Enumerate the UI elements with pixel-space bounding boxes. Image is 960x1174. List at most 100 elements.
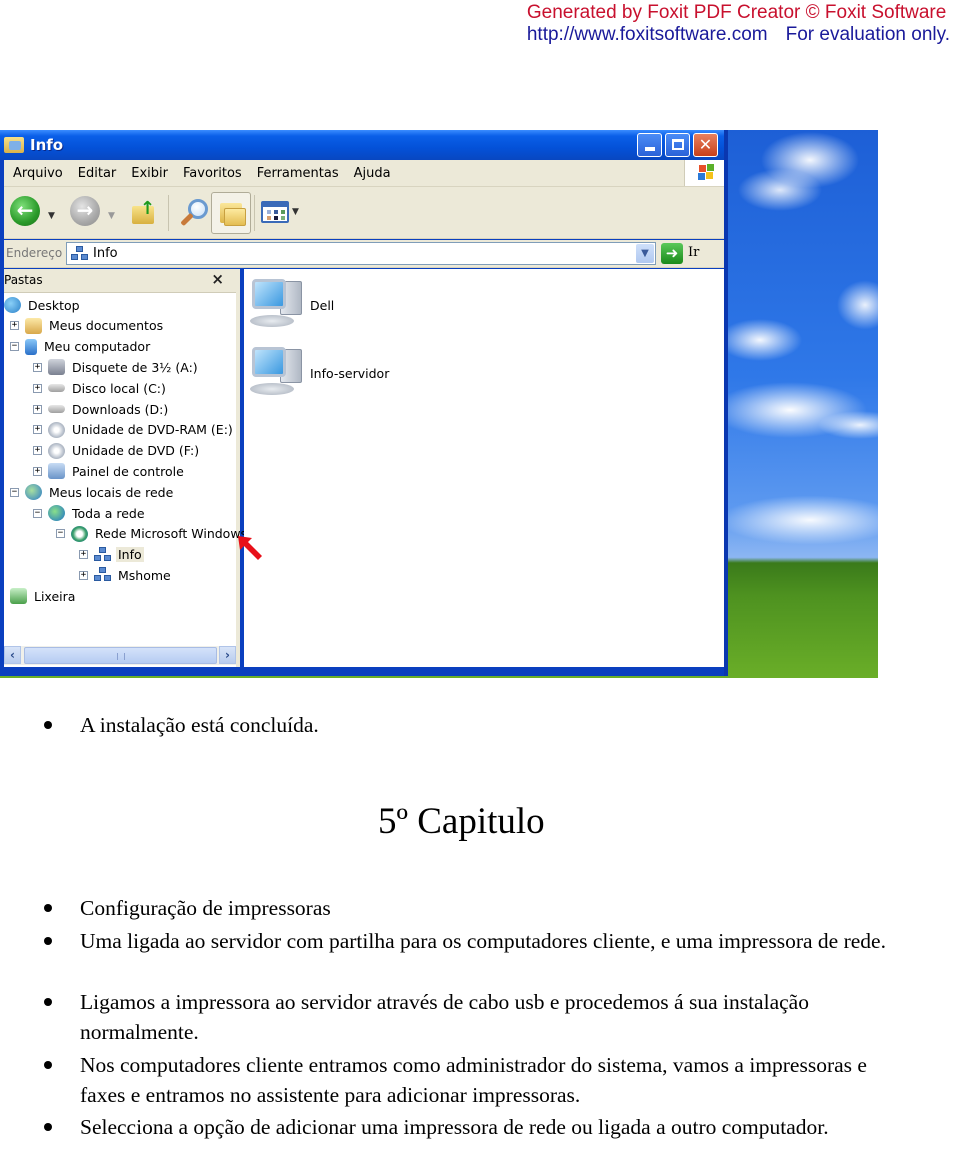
window-controls: ✕ <box>637 133 718 157</box>
collapse-icon[interactable]: − <box>56 529 65 539</box>
msnet-icon <box>71 525 88 542</box>
back-button[interactable]: ← <box>10 196 40 226</box>
chevron-left-icon: ‹ <box>10 648 15 662</box>
expand-icon[interactable]: + <box>79 570 88 580</box>
title-bar[interactable]: Info ✕ <box>0 130 724 160</box>
address-input[interactable]: Info ▼ <box>66 242 656 265</box>
tree-item[interactable]: + Unidade de DVD-RAM (E:) <box>33 420 235 440</box>
menu-ferramentas[interactable]: Ferramentas <box>257 166 339 181</box>
close-pane-button[interactable]: × <box>211 270 224 288</box>
tree-item-label: Downloads (D:) <box>72 401 169 417</box>
tree-item-label: Rede Microsoft Windows <box>95 526 248 542</box>
computer-base <box>250 383 294 395</box>
tree-item[interactable]: + Unidade de DVD (F:) <box>33 441 201 461</box>
scroll-left-button[interactable]: ‹ <box>4 646 21 664</box>
up-button[interactable]: ↑ <box>130 198 158 226</box>
tree-item-label: Meus documentos <box>49 318 164 334</box>
minimize-icon <box>645 147 655 151</box>
go-label[interactable]: Ir <box>688 245 699 260</box>
expand-icon[interactable]: + <box>33 383 42 393</box>
workgroup-node <box>99 546 106 553</box>
computer-label: Dell <box>310 297 335 313</box>
workgroup-node <box>76 246 83 252</box>
tree-item-label: Painel de controle <box>72 463 184 479</box>
expand-icon[interactable]: + <box>33 466 42 476</box>
tree-item-label: Lixeira <box>34 588 76 604</box>
maximize-button[interactable] <box>665 133 690 157</box>
tree-item[interactable]: + Painel de controle <box>33 461 186 481</box>
go-button[interactable]: ➜ <box>661 243 683 264</box>
tree-item-label: Meu computador <box>44 339 151 355</box>
tree-item[interactable]: − Rede Microsoft Windows <box>56 524 249 544</box>
close-button[interactable]: ✕ <box>693 133 718 157</box>
scrollbar-grip <box>117 653 125 660</box>
scrollbar-thumb[interactable] <box>24 647 217 664</box>
menu-exibir[interactable]: Exibir <box>131 166 168 181</box>
computer-item-info-servidor[interactable]: Info-servidor <box>248 343 389 403</box>
forward-button[interactable]: → <box>70 196 100 226</box>
address-label: Endereço <box>6 246 63 260</box>
tree-item[interactable]: + Info <box>79 545 144 565</box>
foxit-watermark: Generated by Foxit PDF Creator © Foxit S… <box>527 2 950 46</box>
menu-arquivo[interactable]: Arquivo <box>13 166 63 181</box>
menu-ajuda[interactable]: Ajuda <box>354 166 391 181</box>
windows-logo-icon <box>684 160 724 186</box>
folders-button[interactable] <box>211 192 251 234</box>
scroll-right-button[interactable]: › <box>219 646 236 664</box>
minimize-button[interactable] <box>637 133 662 157</box>
netplaces-icon <box>25 484 42 501</box>
mycomp-icon <box>25 338 37 355</box>
tree-item[interactable]: − Toda a rede <box>33 503 147 523</box>
horizontal-scrollbar[interactable]: ‹ › <box>4 646 236 665</box>
tree-item[interactable]: − Meus locais de rede <box>10 482 175 502</box>
views-dropdown[interactable]: ▼ <box>292 207 299 217</box>
forward-history-dropdown[interactable]: ▼ <box>108 211 115 221</box>
expand-icon[interactable]: + <box>33 362 42 372</box>
watermark-note: For evaluation only. <box>785 24 950 45</box>
close-icon: ✕ <box>698 135 713 154</box>
search-button[interactable] <box>180 199 210 229</box>
chevron-right-icon: › <box>225 648 230 662</box>
back-history-dropdown[interactable]: ▼ <box>48 211 55 221</box>
tree-item[interactable]: + Disquete de 3½ (A:) <box>33 357 200 377</box>
bullet-text: Nos computadores cliente entramos como a… <box>80 1053 867 1107</box>
collapse-icon[interactable]: − <box>10 487 19 497</box>
expand-icon[interactable]: + <box>10 321 19 331</box>
tree-item-label: Disco local (C:) <box>72 380 166 396</box>
computer-icon <box>248 275 308 335</box>
tree-item[interactable]: + Disco local (C:) <box>33 378 168 398</box>
go-arrow-icon: ➜ <box>665 244 679 262</box>
explorer-window: Info ✕ Arquivo Editar Exibir Favoritos F… <box>0 130 728 676</box>
expand-icon[interactable]: + <box>79 550 88 560</box>
computer-item-dell[interactable]: Dell <box>248 275 334 335</box>
tree-item[interactable]: Lixeira <box>10 586 77 606</box>
bullet-icon <box>44 904 52 912</box>
expand-icon[interactable]: + <box>33 425 42 435</box>
expand-icon[interactable]: + <box>33 446 42 456</box>
tree-item[interactable]: − Meu computador <box>10 337 152 357</box>
workgroup-node <box>104 554 111 561</box>
menu-editar[interactable]: Editar <box>78 166 117 181</box>
collapse-icon[interactable]: − <box>10 342 19 352</box>
forward-arrow-icon: → <box>76 198 94 222</box>
address-dropdown-button[interactable]: ▼ <box>636 244 654 263</box>
expand-icon[interactable]: + <box>33 404 42 414</box>
arrow-shape <box>238 536 262 560</box>
workgroup-icon <box>94 567 111 583</box>
views-button[interactable] <box>261 201 289 223</box>
tree-item-label: Mshome <box>118 567 171 583</box>
collapse-icon[interactable]: − <box>33 508 42 518</box>
computer-base <box>250 315 294 327</box>
menu-favoritos[interactable]: Favoritos <box>183 166 242 181</box>
tree-item-label: Disquete de 3½ (A:) <box>72 359 198 375</box>
tree-item[interactable]: + Downloads (D:) <box>33 399 170 419</box>
folders-pane-header: Pastas × <box>4 269 236 293</box>
disk-icon <box>48 405 65 413</box>
up-arrow-glyph: ↑ <box>140 198 156 219</box>
tree-item[interactable]: + Meus documentos <box>10 316 165 336</box>
watermark-url[interactable]: http://www.foxitsoftware.com <box>527 24 768 45</box>
tree-item[interactable]: Desktop <box>4 295 82 315</box>
tree-item[interactable]: + Mshome <box>79 565 173 585</box>
window-title: Info <box>30 136 64 154</box>
chevron-down-icon: ▼ <box>641 248 649 259</box>
